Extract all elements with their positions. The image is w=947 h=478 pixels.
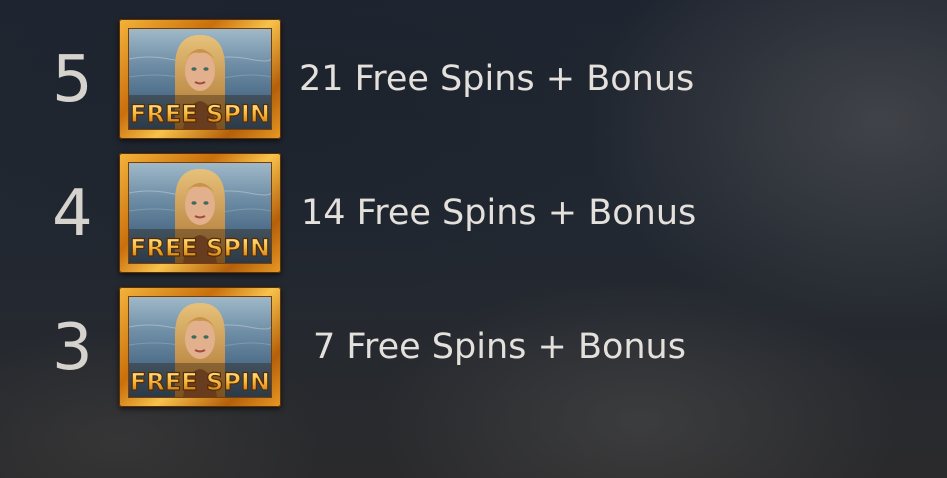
free-spin-symbol-icon: FREE SPIN <box>119 287 281 407</box>
prize-text: 7 Free Spins + Bonus <box>313 327 686 367</box>
free-spin-symbol-art: FREE SPIN <box>129 29 271 129</box>
symbol-count: 3 <box>52 311 93 385</box>
free-spin-symbol-art: FREE SPIN <box>129 297 271 397</box>
svg-text:FREE SPIN: FREE SPIN <box>130 234 270 262</box>
svg-text:FREE SPIN: FREE SPIN <box>130 368 270 396</box>
paytable-row-5: 5 FREE SPIN 21 Free Spins + Bonus <box>0 19 947 139</box>
symbol-count: 5 <box>52 43 93 117</box>
free-spin-symbol-icon: FREE SPIN <box>119 153 281 273</box>
free-spin-symbol-icon: FREE SPIN <box>119 19 281 139</box>
prize-text: 14 Free Spins + Bonus <box>301 193 697 233</box>
paytable-row-4: 4 FREE SPIN 14 Free Spins + Bonus <box>0 153 947 273</box>
symbol-count: 4 <box>52 177 93 251</box>
paytable-row-3: 3 FREE SPIN 7 Free Spins + Bonus <box>0 287 947 407</box>
free-spin-symbol-art: FREE SPIN <box>129 163 271 263</box>
prize-text: 21 Free Spins + Bonus <box>299 59 695 99</box>
free-spin-paytable: 5 FREE SPIN 21 Free Spins + Bonus 4 FREE… <box>0 0 947 478</box>
svg-text:FREE SPIN: FREE SPIN <box>130 100 270 128</box>
